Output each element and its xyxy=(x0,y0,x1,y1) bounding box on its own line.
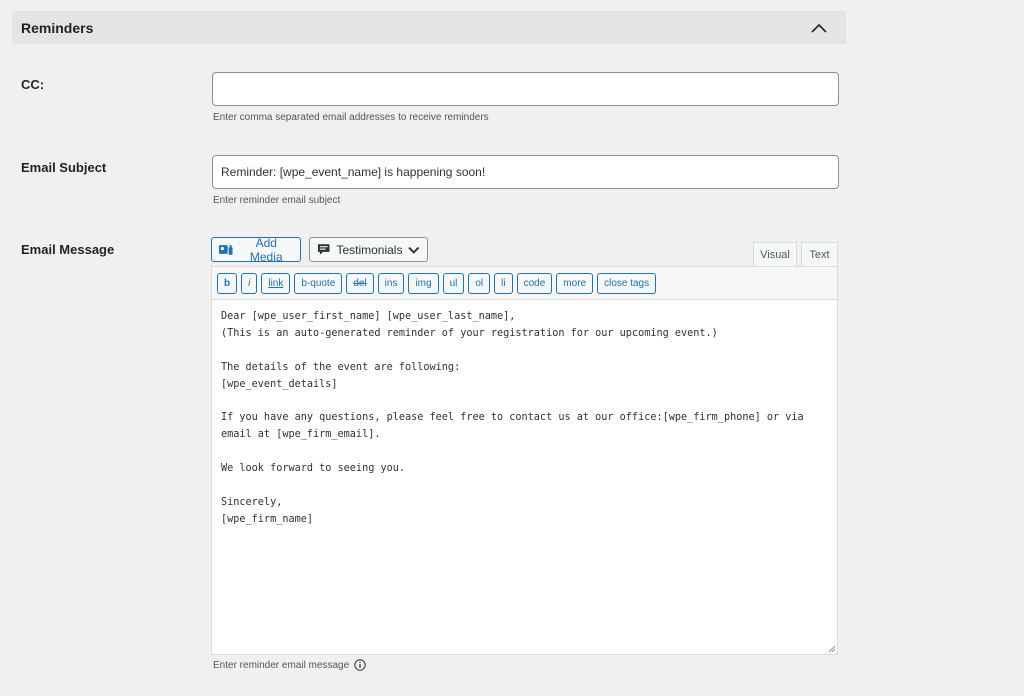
add-media-button[interactable]: Add Media xyxy=(211,235,301,264)
chevron-down-icon xyxy=(408,246,420,254)
add-media-label: Add Media xyxy=(249,235,283,264)
panel-title: Reminders xyxy=(21,19,94,36)
testimonials-label: Testimonials xyxy=(336,242,403,257)
email-subject-description: Enter reminder email subject xyxy=(213,195,341,206)
chevron-up-icon xyxy=(811,23,827,33)
collapse-toggle-button[interactable] xyxy=(808,17,830,39)
add-media-icon xyxy=(218,244,233,255)
quicktags-toolbar: b i link b-quote del ins img ul ol li co… xyxy=(212,267,837,300)
quicktag-li-button[interactable]: li xyxy=(494,272,513,294)
email-message-label: Email Message xyxy=(21,242,115,257)
tab-visual[interactable]: Visual xyxy=(753,242,797,267)
email-message-description: Enter reminder email message xyxy=(213,659,350,671)
email-message-description-row: Enter reminder email message xyxy=(213,659,366,671)
quicktag-blockquote-button[interactable]: b-quote xyxy=(294,272,343,294)
cc-input[interactable] xyxy=(212,72,839,106)
quicktag-img-button[interactable]: img xyxy=(408,272,439,294)
quicktag-close-tags-button[interactable]: close tags xyxy=(597,272,657,294)
email-subject-label: Email Subject xyxy=(21,160,107,175)
quicktag-ul-button[interactable]: ul xyxy=(442,272,465,294)
quicktag-ins-button[interactable]: ins xyxy=(377,272,405,294)
quicktag-more-button[interactable]: more xyxy=(556,272,594,294)
email-subject-input[interactable] xyxy=(212,155,839,189)
cc-description: Enter comma separated email addresses to… xyxy=(213,112,489,123)
resize-handle-icon[interactable] xyxy=(826,643,836,653)
quicktag-del-button[interactable]: del xyxy=(346,272,374,294)
email-message-editor: b i link b-quote del ins img ul ol li co… xyxy=(211,266,838,655)
cc-label: CC: xyxy=(21,77,45,92)
quicktag-italic-button[interactable]: i xyxy=(241,272,258,294)
testimonials-shortcode-select[interactable]: Testimonials xyxy=(309,237,428,262)
tab-text[interactable]: Text xyxy=(801,242,838,267)
quicktag-code-button[interactable]: code xyxy=(516,272,553,294)
testimonial-icon xyxy=(317,244,330,255)
reminders-panel-header: Reminders xyxy=(12,11,846,44)
quicktag-ol-button[interactable]: ol xyxy=(468,272,491,294)
quicktag-bold-button[interactable]: b xyxy=(217,272,238,294)
info-icon[interactable] xyxy=(354,659,366,671)
quicktag-link-button[interactable]: link xyxy=(261,272,291,294)
email-message-textarea[interactable]: Dear [wpe_user_first_name] [wpe_user_las… xyxy=(212,300,837,654)
